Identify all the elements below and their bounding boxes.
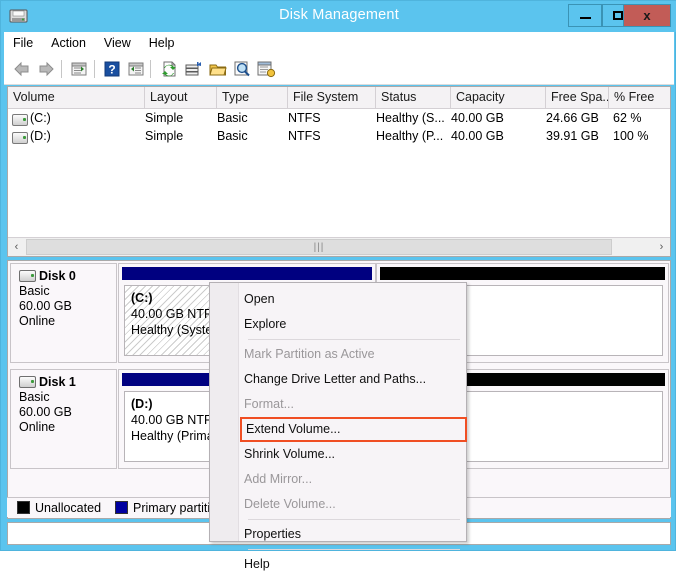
disk-info-1[interactable]: Disk 1 Basic 60.00 GB Online xyxy=(10,369,117,469)
table-row[interactable]: (D:) Simple Basic NTFS Healthy (P... 40.… xyxy=(8,129,670,147)
show-action-pane-icon[interactable] xyxy=(126,59,146,79)
context-menu-separator xyxy=(248,549,460,550)
column-header-percent-free[interactable]: % Free xyxy=(609,87,670,108)
cell-volume: (C:) xyxy=(30,111,51,125)
rescan-disks-icon[interactable] xyxy=(184,59,204,79)
disk-size: 60.00 GB xyxy=(19,299,72,313)
disk-icon xyxy=(19,376,36,388)
menu-item-format: Format... xyxy=(244,397,295,411)
svg-text:?: ? xyxy=(108,63,115,77)
cell-status: Healthy (S... xyxy=(376,111,445,125)
column-header-file-system[interactable]: File System xyxy=(288,87,376,108)
back-arrow-icon[interactable] xyxy=(12,59,32,79)
menu-item-add-mirror: Add Mirror... xyxy=(244,472,313,486)
menu-view[interactable]: View xyxy=(95,34,140,52)
cell-volume: (D:) xyxy=(30,129,51,143)
open-folder-icon[interactable] xyxy=(208,59,228,79)
menu-item-shrink-volume[interactable]: Shrink Volume... xyxy=(240,442,467,467)
cell-file-system: NTFS xyxy=(288,129,321,143)
close-icon: x xyxy=(643,8,651,23)
disk-name: Disk 0 xyxy=(39,269,76,283)
show-hide-console-tree-icon[interactable] xyxy=(69,59,89,79)
context-menu-separator xyxy=(248,339,460,340)
legend-label: Unallocated xyxy=(35,500,102,515)
primary-partition-swatch-icon xyxy=(115,501,129,514)
column-header-capacity[interactable]: Capacity xyxy=(451,87,546,108)
disk-status: Online xyxy=(19,420,56,434)
disk-name: Disk 1 xyxy=(39,375,76,389)
column-header-volume[interactable]: Volume xyxy=(8,87,145,108)
scroll-right-button[interactable]: › xyxy=(653,238,670,255)
volume-icon xyxy=(12,132,28,144)
disk-type: Basic xyxy=(19,390,50,404)
cell-free-space: 24.66 GB xyxy=(546,111,599,125)
cell-percent-free: 100 % xyxy=(613,129,649,143)
legend-item-unallocated: Unallocated xyxy=(17,501,101,515)
menu-bar: File Action View Help xyxy=(4,32,674,54)
cell-free-space: 39.91 GB xyxy=(546,129,599,143)
cell-percent-free: 62 % xyxy=(613,111,642,125)
toolbar-separator xyxy=(94,60,95,78)
disk-management-window: Disk Management x File Action View Help xyxy=(0,0,676,571)
minimize-icon xyxy=(579,17,591,19)
menu-item-help[interactable]: Help xyxy=(240,552,467,577)
title-bar: Disk Management x xyxy=(1,1,676,32)
cell-type: Basic xyxy=(217,111,248,125)
context-menu-separator xyxy=(248,519,460,520)
menu-item-explore[interactable]: Explore xyxy=(240,312,467,337)
cell-type: Basic xyxy=(217,129,248,143)
cell-layout: Simple xyxy=(145,129,184,143)
menu-action[interactable]: Action xyxy=(42,34,95,52)
unallocated-swatch-icon xyxy=(17,501,30,514)
toolbar-separator xyxy=(150,60,151,78)
column-header-type[interactable]: Type xyxy=(217,87,288,108)
maximize-icon xyxy=(612,11,623,20)
disk-type: Basic xyxy=(19,284,50,298)
volume-list-panel: Volume Layout Type File System Status Ca… xyxy=(7,86,671,257)
column-header-free-space[interactable]: Free Spa... xyxy=(546,87,609,108)
table-row[interactable]: (C:) Simple Basic NTFS Healthy (S... 40.… xyxy=(8,111,670,129)
help-topics-icon[interactable] xyxy=(256,59,276,79)
menu-item-extend-volume[interactable]: Extend Volume... xyxy=(240,417,467,442)
context-menu[interactable]: Open Explore Mark Partition as Active Ch… xyxy=(209,282,467,571)
toolbar-separator xyxy=(61,60,62,78)
volume-list-header: Volume Layout Type File System Status Ca… xyxy=(8,87,670,109)
menu-help[interactable]: Help xyxy=(140,34,184,52)
scrollbar-thumb[interactable]: ||| xyxy=(26,239,612,255)
partition-color-bar xyxy=(122,267,372,280)
volume-icon xyxy=(12,114,28,126)
minimize-button[interactable] xyxy=(568,4,602,27)
unallocated-color-bar xyxy=(380,267,665,280)
menu-item-mark-partition-as-active: Mark Partition as Active xyxy=(244,347,375,361)
toolbar: ? xyxy=(4,54,674,85)
menu-file[interactable]: File xyxy=(4,34,42,52)
cell-layout: Simple xyxy=(145,111,184,125)
help-icon[interactable]: ? xyxy=(102,59,122,79)
forward-arrow-icon[interactable] xyxy=(36,59,56,79)
disk-info-0[interactable]: Disk 0 Basic 60.00 GB Online xyxy=(10,263,117,363)
disk-size: 60.00 GB xyxy=(19,405,72,419)
disk-icon xyxy=(19,270,36,282)
properties-icon[interactable] xyxy=(232,59,252,79)
menu-item-open[interactable]: Open xyxy=(240,287,467,312)
menu-item-properties[interactable]: Properties xyxy=(240,522,467,547)
cell-capacity: 40.00 GB xyxy=(451,111,504,125)
cell-status: Healthy (P... xyxy=(376,129,444,143)
menu-item-delete-volume: Delete Volume... xyxy=(244,497,336,511)
refresh-icon[interactable] xyxy=(159,59,179,79)
menu-item-change-drive-letter-and-paths[interactable]: Change Drive Letter and Paths... xyxy=(240,367,467,392)
legend-item-primary-partition: Primary partition xyxy=(115,501,224,515)
disk-status: Online xyxy=(19,314,56,328)
horizontal-scrollbar[interactable]: ‹ ||| › xyxy=(8,237,670,256)
column-header-status[interactable]: Status xyxy=(376,87,451,108)
column-header-layout[interactable]: Layout xyxy=(145,87,217,108)
close-button[interactable]: x xyxy=(623,4,671,27)
cell-capacity: 40.00 GB xyxy=(451,129,504,143)
scroll-left-button[interactable]: ‹ xyxy=(8,238,25,255)
cell-file-system: NTFS xyxy=(288,111,321,125)
